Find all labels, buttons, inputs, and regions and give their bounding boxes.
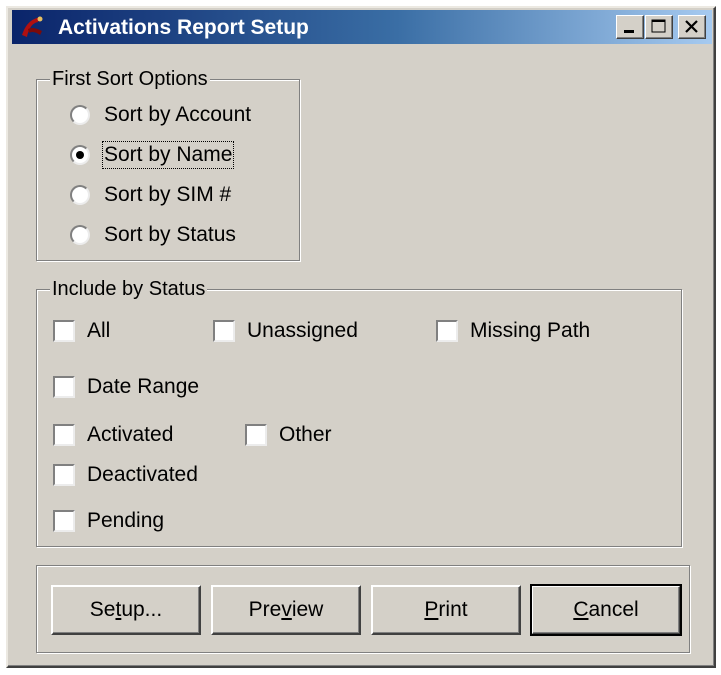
checkbox[interactable]: [245, 424, 267, 446]
radio-button[interactable]: [70, 225, 90, 245]
checkbox-unassigned[interactable]: Unassigned: [213, 317, 358, 345]
app-logo-icon: [22, 16, 43, 37]
radio-sort-status[interactable]: Sort by Status: [70, 221, 236, 249]
title-bar[interactable]: Activations Report Setup: [12, 10, 712, 44]
checkbox-label: All: [87, 319, 111, 342]
close-button[interactable]: [678, 15, 706, 39]
checkbox-label: Date Range: [87, 375, 200, 398]
setup-label-pre: Se: [89, 598, 116, 621]
print-button[interactable]: Print: [371, 585, 521, 635]
checkbox[interactable]: [436, 320, 458, 342]
preview-button[interactable]: Pre v iew: [211, 585, 361, 635]
radio-label: Sort by Status: [104, 223, 236, 246]
minimize-icon: [624, 30, 634, 33]
checkbox-label: Unassigned: [247, 319, 358, 342]
radio-button[interactable]: [70, 185, 90, 205]
checkbox-label: Activated: [87, 423, 174, 446]
print-label-accel: P: [424, 598, 439, 621]
setup-label-post: up...: [121, 598, 163, 621]
cancel-label-accel: C: [573, 598, 589, 621]
radio-sort-name[interactable]: Sort by Name: [70, 141, 235, 169]
close-icon: [685, 20, 698, 33]
radio-button[interactable]: [70, 105, 90, 125]
checkbox-missing-path[interactable]: Missing Path: [436, 317, 590, 345]
first-sort-legend: First Sort Options: [50, 68, 210, 91]
radio-label: Sort by Name: [101, 141, 235, 169]
checkbox-date-range[interactable]: Date Range: [53, 373, 199, 401]
checkbox-label: Other: [279, 423, 332, 446]
radio-label: Sort by SIM #: [104, 183, 232, 206]
checkbox-label: Missing Path: [470, 319, 591, 342]
include-status-legend: Include by Status: [50, 278, 208, 301]
preview-label-pre: Pre: [248, 598, 282, 621]
window-title: Activations Report Setup: [58, 16, 309, 39]
print-label-post: rint: [438, 598, 468, 621]
minimize-button[interactable]: [616, 15, 644, 39]
checkbox[interactable]: [53, 424, 75, 446]
preview-label-post: iew: [291, 598, 324, 621]
checkbox[interactable]: [53, 320, 75, 342]
checkbox[interactable]: [53, 510, 75, 532]
checkbox-all[interactable]: All: [53, 317, 110, 345]
checkbox-other[interactable]: Other: [245, 421, 332, 449]
checkbox-deactivated[interactable]: Deactivated: [53, 461, 198, 489]
radio-sort-sim[interactable]: Sort by SIM #: [70, 181, 231, 209]
checkbox-label: Pending: [87, 509, 165, 532]
checkbox[interactable]: [53, 464, 75, 486]
radio-button[interactable]: [70, 145, 90, 165]
maximize-button[interactable]: [645, 15, 673, 39]
checkbox[interactable]: [213, 320, 235, 342]
maximize-icon: [651, 19, 666, 33]
radio-label: Sort by Account: [104, 103, 252, 126]
preview-label-accel: v: [281, 598, 292, 621]
radio-sort-account[interactable]: Sort by Account: [70, 101, 251, 129]
checkbox[interactable]: [53, 376, 75, 398]
cancel-label-post: ancel: [588, 598, 639, 621]
checkbox-label: Deactivated: [87, 463, 198, 486]
cancel-button[interactable]: Cancel: [530, 584, 682, 636]
checkbox-activated[interactable]: Activated: [53, 421, 173, 449]
checkbox-pending[interactable]: Pending: [53, 507, 164, 535]
radio-selected-dot: [76, 151, 84, 159]
setup-button[interactable]: Se t up...: [51, 585, 201, 635]
